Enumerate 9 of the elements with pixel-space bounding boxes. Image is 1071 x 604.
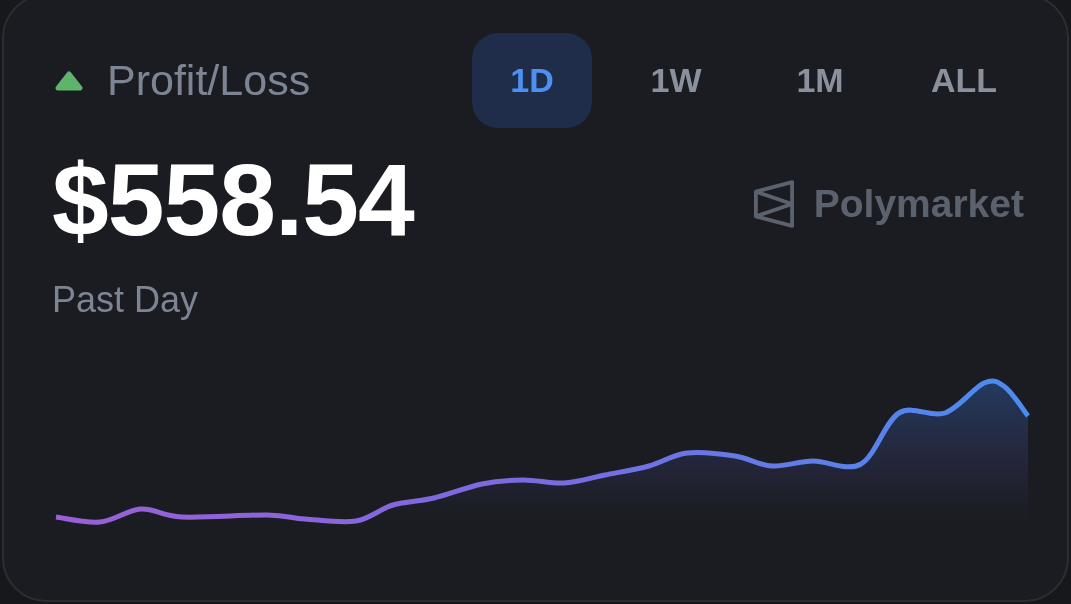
period-tab[interactable]: 1W [616,33,736,128]
brand-logo-icon [753,180,794,228]
period-tab[interactable]: 1D [472,33,592,128]
period-caption: Past Day [52,279,199,321]
profit-amount: $558.54 [52,149,414,251]
period-tab[interactable]: 1M [760,33,880,128]
period-tab[interactable]: ALL [904,33,1024,128]
card-title: Profit/Loss [107,55,311,106]
brand-name: Polymarket [813,181,1024,227]
